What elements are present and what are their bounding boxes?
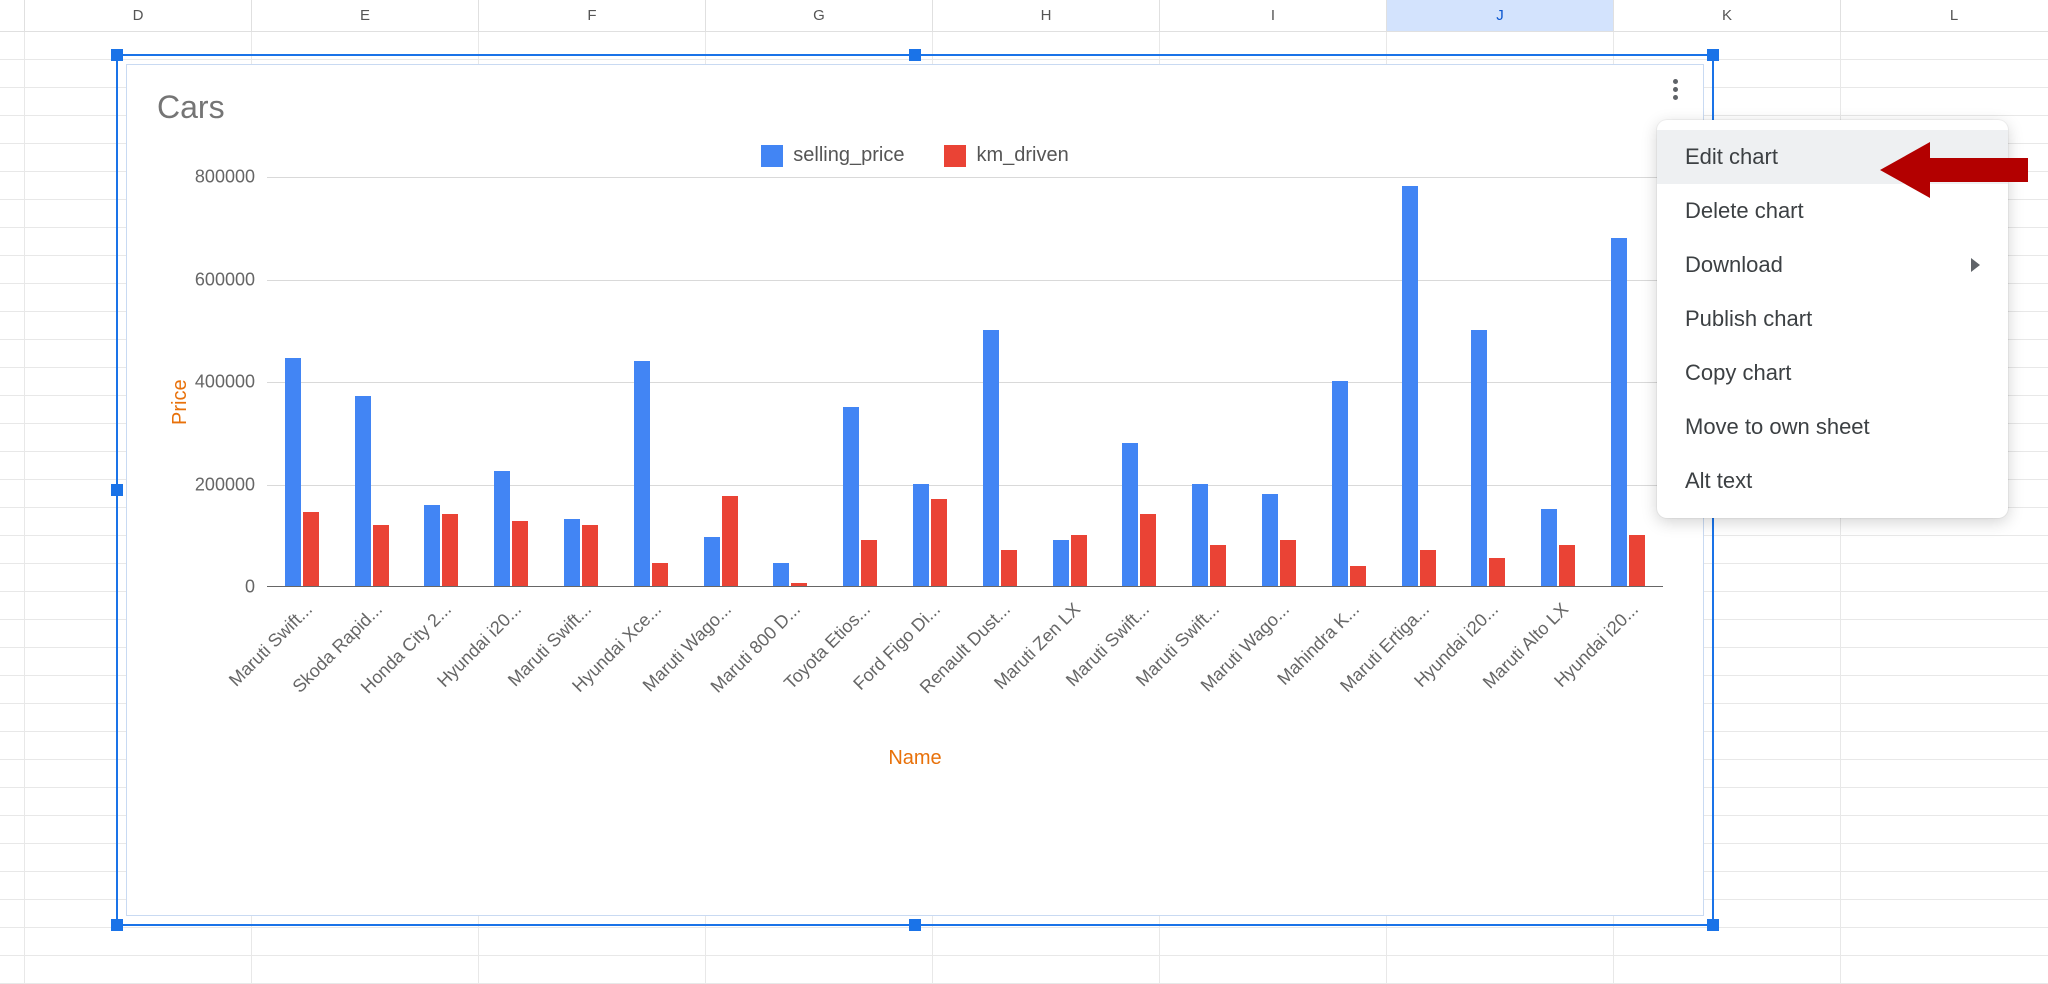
menu-publish-chart[interactable]: Publish chart [1657,292,2008,346]
legend-label: selling_price [793,144,904,167]
col-header-K[interactable]: K [1614,0,1841,31]
chart-title: Cars [157,89,1673,126]
legend-item-selling-price[interactable]: selling_price [761,144,904,167]
resize-handle-bm[interactable] [909,919,921,931]
menu-download[interactable]: Download [1657,238,2008,292]
x-category-labels: Maruti Swift...Skoda Rapid...Honda City … [267,587,1663,737]
bar-selling-price[interactable] [1053,540,1069,586]
y-tick: 800000 [195,167,255,188]
legend-item-km-driven[interactable]: km_driven [944,144,1068,167]
bar-selling-price[interactable] [1402,186,1418,586]
menu-label: Publish chart [1685,306,1812,332]
bar-km-driven[interactable] [1001,550,1017,586]
resize-handle-br[interactable] [1707,919,1719,931]
col-header-I[interactable]: I [1160,0,1387,31]
menu-label: Copy chart [1685,360,1791,386]
bar-selling-price[interactable] [1192,484,1208,587]
bar-km-driven[interactable] [512,521,528,586]
col-header-gutter [0,0,25,31]
resize-handle-ml[interactable] [111,484,123,496]
y-tick: 0 [245,577,255,598]
plot-area: 0200000400000600000800000 [267,177,1663,587]
bar-km-driven[interactable] [791,583,807,586]
y-tick: 200000 [195,474,255,495]
resize-handle-bl[interactable] [111,919,123,931]
bar-km-driven[interactable] [373,525,389,587]
resize-handle-tr[interactable] [1707,49,1719,61]
y-axis-label: Price [169,379,192,425]
bar-km-driven[interactable] [861,540,877,586]
menu-label: Alt text [1685,468,1752,494]
menu-label: Edit chart [1685,144,1778,170]
bar-km-driven[interactable] [1071,535,1087,586]
chart-context-menu: Edit chart Delete chart Download Publish… [1657,120,2008,518]
bar-km-driven[interactable] [442,514,458,586]
bar-km-driven[interactable] [722,496,738,586]
bar-selling-price[interactable] [983,330,999,586]
bar-selling-price[interactable] [1262,494,1278,586]
bar-selling-price[interactable] [843,407,859,586]
bar-selling-price[interactable] [773,563,789,586]
column-headers: D E F G H I J K L [0,0,2048,32]
chevron-right-icon [1971,258,1980,272]
col-header-J[interactable]: J [1387,0,1614,31]
col-header-D[interactable]: D [25,0,252,31]
menu-move-sheet[interactable]: Move to own sheet [1657,400,2008,454]
resize-handle-tm[interactable] [909,49,921,61]
col-header-F[interactable]: F [479,0,706,31]
y-tick: 400000 [195,372,255,393]
bar-selling-price[interactable] [1122,443,1138,587]
bar-km-driven[interactable] [1280,540,1296,586]
menu-alt-text[interactable]: Alt text [1657,454,2008,508]
col-header-L[interactable]: L [1841,0,2048,31]
bar-selling-price[interactable] [634,361,650,587]
bar-selling-price[interactable] [704,537,720,586]
bar-km-driven[interactable] [1350,566,1366,587]
bar-selling-price[interactable] [494,471,510,586]
y-tick: 600000 [195,269,255,290]
bar-selling-price[interactable] [285,358,301,586]
chart-legend: selling_price km_driven [157,144,1673,167]
col-header-E[interactable]: E [252,0,479,31]
chart-object-selected[interactable]: Cars selling_price km_driven Price 02000… [116,54,1714,926]
menu-copy-chart[interactable]: Copy chart [1657,346,2008,400]
legend-swatch-blue [761,145,783,167]
bar-km-driven[interactable] [1559,545,1575,586]
bar-km-driven[interactable] [1420,550,1436,586]
col-header-G[interactable]: G [706,0,933,31]
bar-selling-price[interactable] [355,396,371,586]
x-axis-label: Name [157,747,1673,770]
resize-handle-tl[interactable] [111,49,123,61]
bar-km-driven[interactable] [303,512,319,586]
bar-selling-price[interactable] [424,505,440,586]
chart-card: Cars selling_price km_driven Price 02000… [126,64,1704,916]
menu-label: Download [1685,252,1783,278]
menu-label: Delete chart [1685,198,1804,224]
bar-selling-price[interactable] [913,484,929,587]
bar-selling-price[interactable] [564,519,580,586]
bar-selling-price[interactable] [1541,509,1557,586]
bar-selling-price[interactable] [1611,238,1627,587]
col-header-H[interactable]: H [933,0,1160,31]
bar-km-driven[interactable] [1140,514,1156,586]
bar-selling-price[interactable] [1471,330,1487,586]
bar-selling-price[interactable] [1332,381,1348,586]
legend-label: km_driven [976,144,1068,167]
menu-label: Move to own sheet [1685,414,1870,440]
legend-swatch-red [944,145,966,167]
bar-km-driven[interactable] [1629,535,1645,586]
menu-delete-chart[interactable]: Delete chart [1657,184,2008,238]
bar-km-driven[interactable] [582,525,598,587]
bar-km-driven[interactable] [931,499,947,586]
bar-km-driven[interactable] [1489,558,1505,586]
chart-options-icon[interactable] [1663,77,1687,101]
bar-km-driven[interactable] [1210,545,1226,586]
menu-edit-chart[interactable]: Edit chart [1657,130,2008,184]
bar-km-driven[interactable] [652,563,668,586]
